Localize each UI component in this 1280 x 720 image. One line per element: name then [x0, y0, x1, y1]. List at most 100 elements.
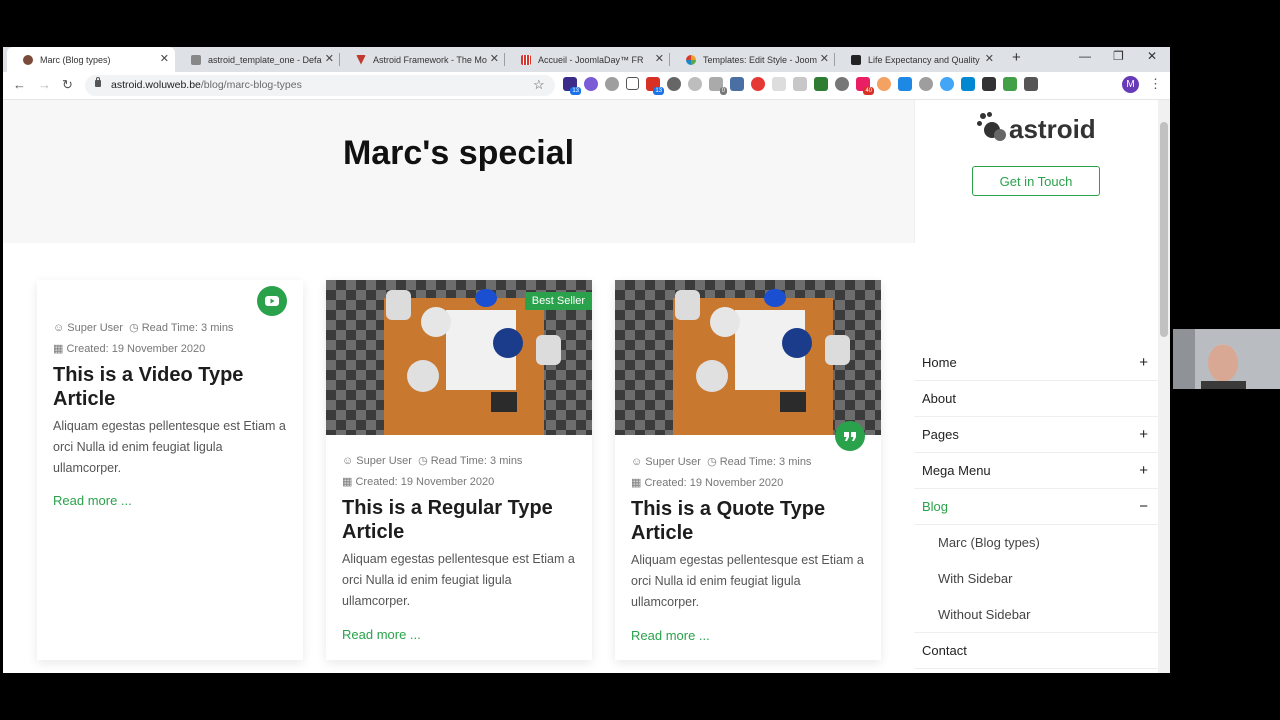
tab-title: Life Expectancy and Quality: [868, 54, 980, 65]
extension-icon[interactable]: [982, 77, 996, 91]
extension-icon[interactable]: [667, 77, 681, 91]
created-date: Created: 19 November 2020: [355, 476, 495, 488]
tab-favicon-icon: [23, 54, 33, 65]
collapse-minus-icon[interactable]: −: [1139, 489, 1148, 525]
close-tab-icon[interactable]: ✕: [325, 53, 334, 65]
page-scrollbar[interactable]: [1158, 100, 1170, 673]
tab-astroid-framework[interactable]: Astroid Framework - The Mo ✕: [340, 47, 505, 72]
extension-icon[interactable]: [751, 77, 765, 91]
tab-marc-blog-types[interactable]: Marc (Blog types) ✕: [7, 47, 175, 72]
menu-subitem-marc-blog-types[interactable]: Marc (Blog types): [914, 525, 1158, 561]
tab-joomladay[interactable]: Accueil - JoomlaDay™ FR ✕: [505, 47, 670, 72]
menu-item-contact[interactable]: Contact: [914, 633, 1158, 669]
extension-badge: 13: [570, 87, 581, 95]
read-more-link[interactable]: Read more ...: [631, 628, 710, 643]
article-title[interactable]: This is a Video Type Article: [53, 363, 293, 411]
close-tab-icon[interactable]: ✕: [490, 53, 499, 65]
tab-title: astroid_template_one - Defa: [208, 54, 322, 65]
webcam-overlay: [1173, 329, 1280, 389]
address-bar[interactable]: astroid.woluweb.be/blog/marc-blog-types …: [85, 75, 555, 96]
read-more-link[interactable]: Read more ...: [342, 627, 421, 642]
expand-plus-icon[interactable]: +: [1139, 345, 1148, 381]
profile-avatar[interactable]: M: [1122, 76, 1139, 93]
tab-life-expectancy[interactable]: Life Expectancy and Quality ✕: [835, 47, 1000, 72]
extension-icon[interactable]: [940, 77, 954, 91]
calendar-icon: ▦: [631, 477, 642, 489]
menu-item-mega-menu[interactable]: Mega Menu +: [914, 453, 1158, 489]
maximize-icon[interactable]: ❐: [1113, 49, 1124, 63]
menu-item-pages[interactable]: Pages +: [914, 417, 1158, 453]
tab-favicon-icon: [686, 54, 696, 65]
meeting-photo[interactable]: [615, 280, 881, 435]
page-title: Marc's special: [342, 134, 575, 172]
article-title[interactable]: This is a Quote Type Article: [631, 497, 871, 545]
extension-icon[interactable]: [605, 77, 619, 91]
best-seller-badge: Best Seller: [524, 292, 592, 310]
extension-icon[interactable]: [793, 77, 807, 91]
close-tab-icon[interactable]: ✕: [820, 53, 829, 65]
paw-logo-icon: [977, 112, 1007, 146]
user-icon: ☺: [53, 322, 65, 334]
extension-icon[interactable]: 40: [856, 77, 874, 95]
extension-icon[interactable]: [961, 77, 975, 91]
minimize-icon[interactable]: —: [1079, 49, 1091, 63]
extension-icon[interactable]: [919, 77, 933, 91]
extension-icon[interactable]: [772, 77, 786, 91]
back-icon[interactable]: ←: [13, 77, 26, 92]
extension-icon[interactable]: [877, 77, 891, 91]
astroid-logo[interactable]: astroid: [977, 112, 1096, 146]
url-text[interactable]: astroid.woluweb.be/blog/marc-blog-types: [111, 79, 302, 91]
new-tab-icon[interactable]: +: [1012, 49, 1021, 66]
hero-banner: Marc's special: [3, 100, 914, 243]
article-excerpt: Aliquam egestas pellentesque est Etiam a…: [342, 552, 575, 608]
menu-item-blog[interactable]: Blog −: [914, 489, 1158, 525]
extension-icon[interactable]: [688, 77, 702, 91]
extension-icon[interactable]: [814, 77, 828, 91]
tab-astroid-template-one[interactable]: astroid_template_one - Defa ✕: [175, 47, 340, 72]
created-date: Created: 19 November 2020: [644, 477, 784, 489]
extension-badge: 40: [863, 87, 874, 95]
extension-icon[interactable]: 13: [646, 77, 664, 95]
close-tab-icon[interactable]: ✕: [160, 53, 169, 65]
scrollbar-thumb[interactable]: [1160, 122, 1168, 337]
menu-subitem-without-sidebar[interactable]: Without Sidebar: [914, 597, 1158, 633]
extension-icon[interactable]: [1003, 77, 1017, 91]
article-meta-author: ☺ Super User ◷ Read Time: 3 mins: [342, 454, 522, 467]
menu-subitem-with-sidebar[interactable]: With Sidebar: [914, 561, 1158, 597]
get-in-touch-button[interactable]: Get in Touch: [972, 166, 1100, 196]
extension-icon[interactable]: 0: [709, 77, 727, 95]
menu-item-home[interactable]: Home +: [914, 345, 1158, 381]
expand-plus-icon[interactable]: +: [1139, 453, 1148, 489]
extension-icon[interactable]: [730, 77, 744, 91]
tab-templates-edit-style[interactable]: Templates: Edit Style - Joom ✕: [670, 47, 835, 72]
author-name: Super User: [645, 456, 701, 468]
user-icon: ☺: [631, 456, 643, 468]
browser-menu-icon[interactable]: ⋮: [1149, 76, 1162, 92]
close-window-icon[interactable]: ✕: [1147, 49, 1157, 63]
read-more-link[interactable]: Read more ...: [53, 493, 132, 508]
extension-icon[interactable]: [584, 77, 598, 91]
article-excerpt: Aliquam egestas pellentesque est Etiam a…: [631, 553, 864, 609]
read-time: Read Time: 3 mins: [430, 455, 523, 467]
reload-icon[interactable]: ↻: [62, 77, 73, 93]
tab-title: Templates: Edit Style - Joom: [703, 54, 818, 65]
extension-icon[interactable]: 13: [563, 77, 581, 95]
clock-icon: ◷: [418, 455, 428, 467]
menu-item-label: Pages: [922, 427, 959, 442]
menu-item-label: About: [922, 391, 956, 406]
puzzle-extensions-icon[interactable]: [1024, 77, 1038, 91]
forward-icon[interactable]: →: [38, 77, 51, 92]
tab-favicon-icon: [356, 54, 366, 65]
screenshot-extension-icon[interactable]: [626, 77, 639, 90]
camera-extension-icon[interactable]: [835, 77, 849, 91]
extension-icon[interactable]: [898, 77, 912, 91]
meeting-photo[interactable]: Best Seller: [326, 280, 592, 435]
close-tab-icon[interactable]: ✕: [655, 53, 664, 65]
article-title[interactable]: This is a Regular Type Article: [342, 496, 582, 544]
expand-plus-icon[interactable]: +: [1139, 417, 1148, 453]
bookmark-star-icon[interactable]: ☆: [533, 77, 545, 93]
quote-icon: [835, 421, 865, 451]
clock-icon: ◷: [129, 322, 139, 334]
close-tab-icon[interactable]: ✕: [985, 53, 994, 65]
menu-item-about[interactable]: About: [914, 381, 1158, 417]
